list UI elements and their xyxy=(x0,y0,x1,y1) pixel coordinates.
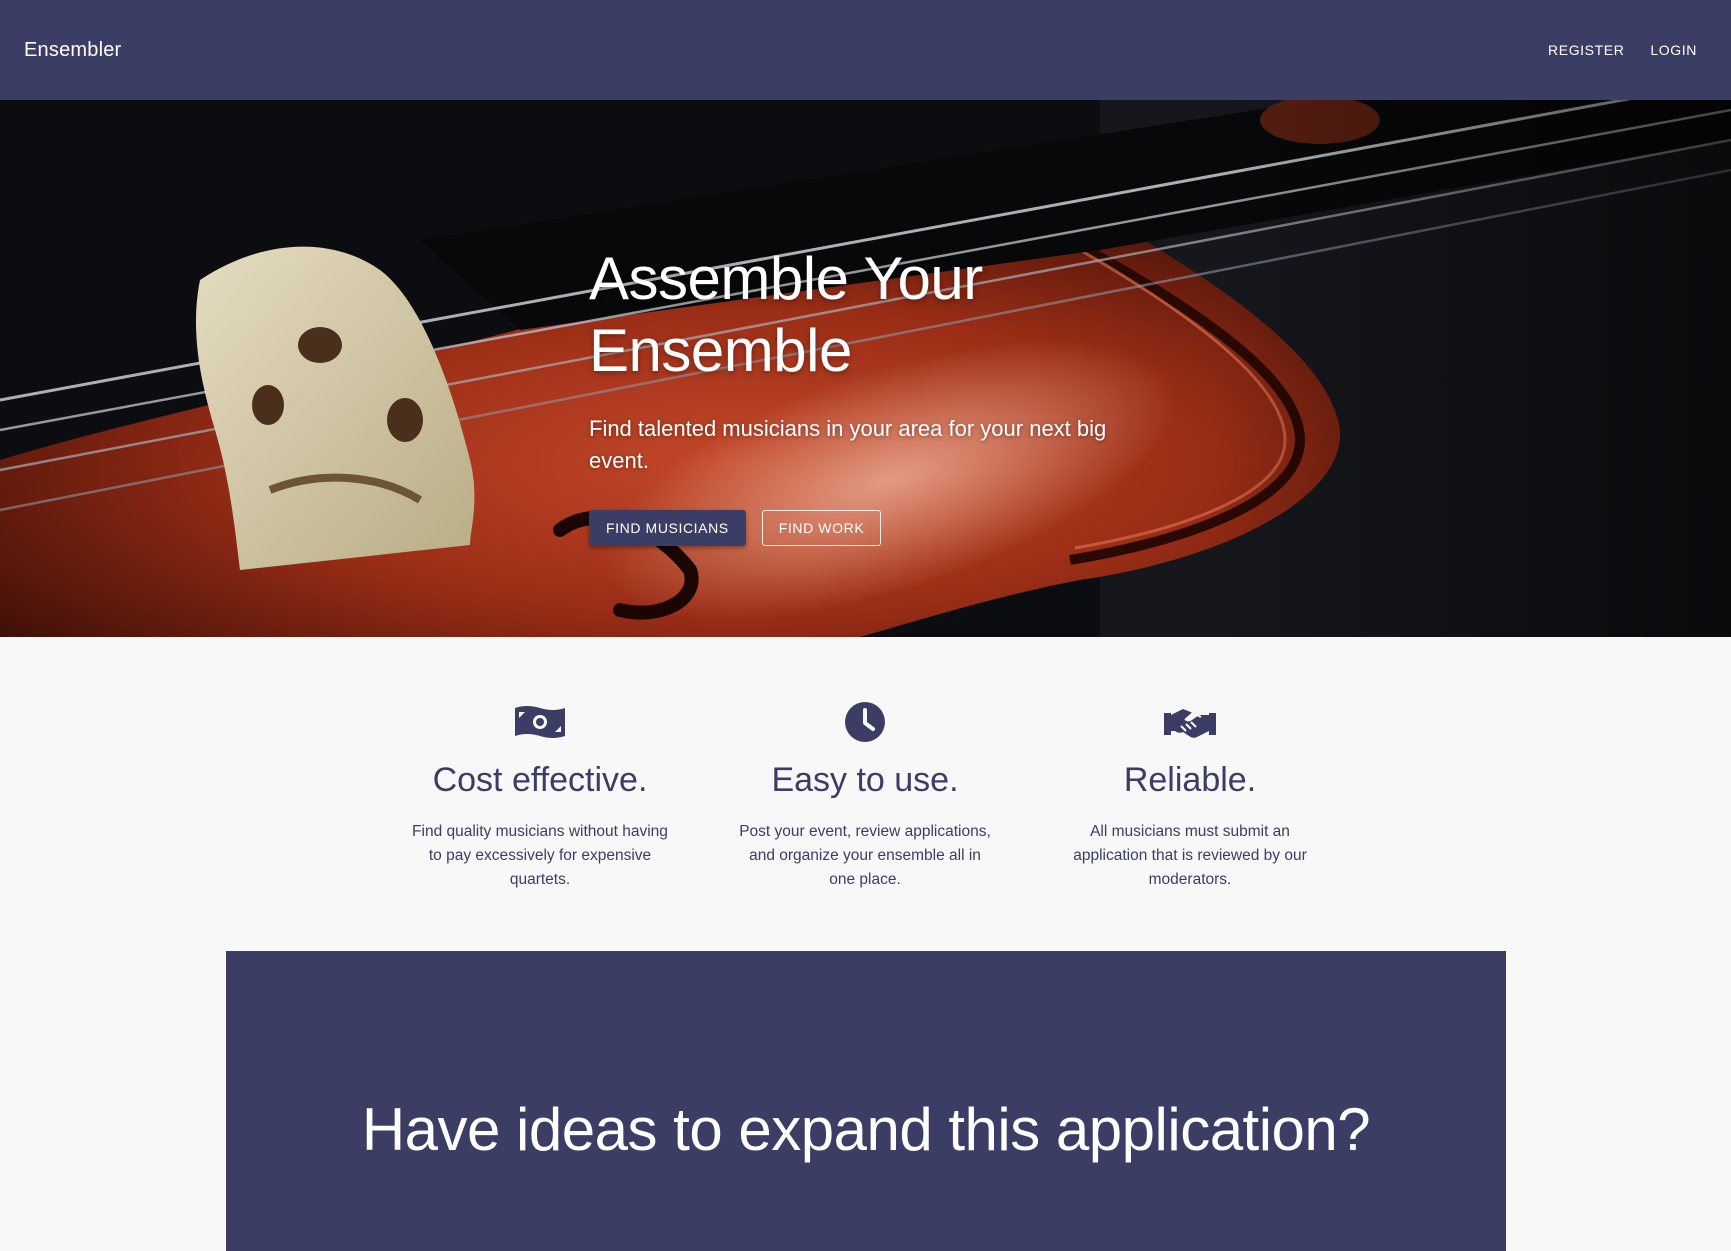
feature-description: Find quality musicians without having to… xyxy=(412,823,668,888)
find-work-button[interactable]: FIND WORK xyxy=(761,510,882,546)
feature-description: Post your event, review applications, an… xyxy=(739,823,991,888)
top-nav: REGISTER LOGIN xyxy=(1538,34,1707,66)
feature-title: Cost effective. xyxy=(432,761,648,799)
handshake-icon xyxy=(1050,700,1330,744)
feature-reliable: Reliable. All musicians must submit an a… xyxy=(1050,700,1330,892)
hero-actions: FIND MUSICIANS FIND WORK xyxy=(589,510,1129,546)
hero-title: Assemble Your Ensemble xyxy=(589,245,983,384)
feature-title: Reliable. xyxy=(1123,761,1257,799)
feature-title: Easy to use. xyxy=(771,761,959,799)
feature-description: All musicians must submit an application… xyxy=(1073,823,1307,888)
find-musicians-button[interactable]: FIND MUSICIANS xyxy=(589,510,746,546)
clock-icon xyxy=(725,700,1005,744)
register-link[interactable]: REGISTER xyxy=(1538,34,1634,66)
feature-easy-to-use: Easy to use. Post your event, review app… xyxy=(725,700,1005,892)
hero-section: Assemble Your Ensemble Find talented mus… xyxy=(0,100,1731,637)
feature-cost-effective: Cost effective. Find quality musicians w… xyxy=(400,700,680,892)
login-link[interactable]: LOGIN xyxy=(1640,34,1707,66)
money-bill-icon xyxy=(400,700,680,744)
contribute-section: Have ideas to expand this application? xyxy=(226,951,1506,1251)
hero-subtitle: Find talented musicians in your area for… xyxy=(589,416,1107,473)
contribute-title: Have ideas to expand this application? xyxy=(361,1096,1371,1163)
hero-content: Assemble Your Ensemble Find talented mus… xyxy=(589,243,1129,546)
features-section: Cost effective. Find quality musicians w… xyxy=(0,637,1731,951)
brand-logo-text[interactable]: Ensembler xyxy=(24,39,121,62)
app-bar: Ensembler REGISTER LOGIN xyxy=(0,0,1731,100)
